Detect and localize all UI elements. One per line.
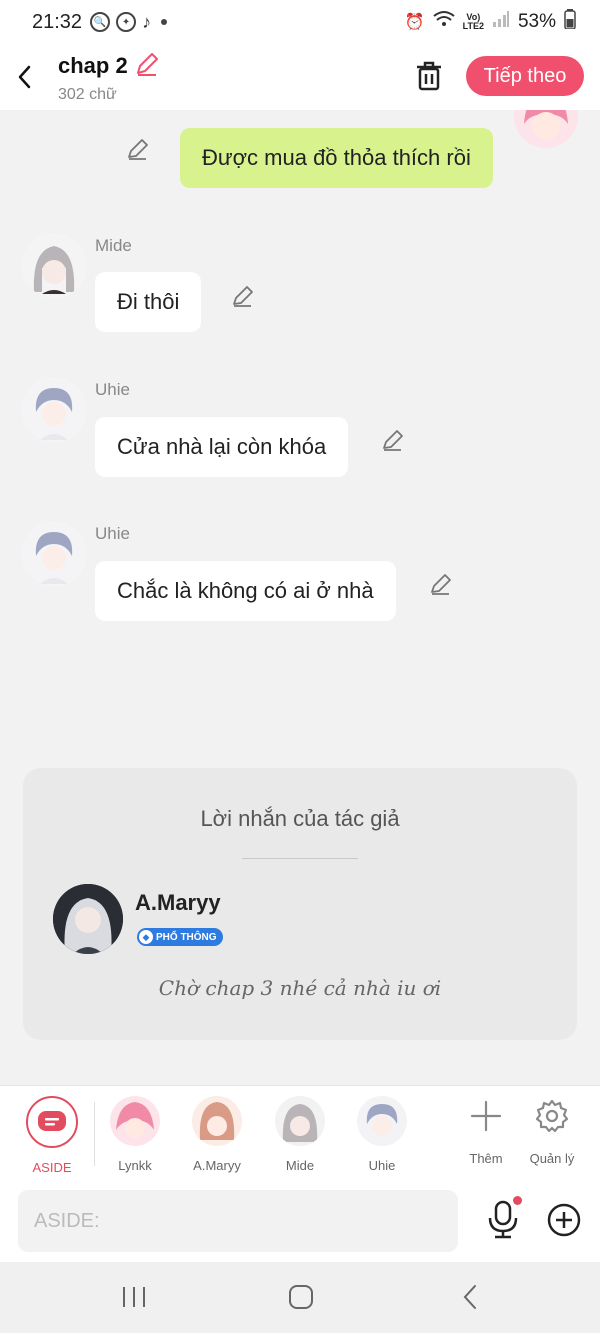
message-text: Được mua đồ thỏa thích rồi: [202, 145, 471, 170]
voice-input-button[interactable]: [486, 1196, 522, 1240]
network-type: Vo) LTE2: [463, 13, 484, 31]
edit-message-button[interactable]: [429, 572, 453, 596]
input-bar: ASIDE:: [0, 1180, 600, 1262]
plus-icon: [470, 1100, 502, 1132]
more-notifications-dot: [161, 19, 168, 25]
character-uhie[interactable]: Uhie: [342, 1096, 422, 1173]
character-name: A.Maryy: [193, 1158, 241, 1173]
edit-message-button[interactable]: [231, 284, 255, 308]
title-block: chap 2 302 chữ: [58, 51, 160, 104]
message-bubble[interactable]: Chắc là không có ai ở nhà: [95, 561, 396, 621]
character-name: Lynkk: [118, 1158, 152, 1173]
next-chapter-button[interactable]: Tiếp theo: [466, 56, 584, 96]
aside-avatar: [26, 1096, 78, 1148]
network-bottom-text: LTE2: [462, 21, 484, 31]
author-note-message: Chờ chap 3 nhé cả nhà iu ơi: [158, 976, 442, 1000]
character-name: Mide: [285, 1158, 315, 1173]
chapter-header: chap 2 302 chữ Tiếp theo: [0, 44, 600, 110]
avatar-mide[interactable]: [22, 234, 86, 298]
drop-icon: ◆: [139, 930, 153, 944]
gear-icon: [535, 1099, 569, 1133]
badge-label: PHỔ THÔNG: [156, 931, 217, 943]
status-badge: ◆ PHỔ THÔNG: [137, 928, 223, 946]
message-text: Đi thôi: [117, 289, 180, 314]
message-text: Chắc là không có ai ở nhà: [117, 578, 374, 603]
chat-bubble-icon: [38, 1111, 66, 1131]
manage-button[interactable]: Quản lý: [517, 1096, 587, 1166]
chat-area: Được mua đồ thỏa thích rồi Mide Đi thôi …: [0, 110, 600, 1085]
sender-name: Uhie: [95, 380, 130, 399]
wifi-icon: [433, 10, 455, 34]
add-character-button[interactable]: Thêm: [451, 1096, 521, 1166]
battery-icon: [564, 9, 576, 35]
notification-icons: 🔍 ✦ ♪: [90, 11, 168, 33]
author-note-card: Lời nhắn của tác giả A.Maryy ◆ PHỔ THÔNG…: [23, 768, 577, 1040]
author-name: A.Maryy: [135, 890, 221, 915]
word-count: 302 chữ: [58, 85, 117, 103]
pencil-icon: [128, 139, 148, 160]
pencil-icon: [383, 430, 403, 451]
system-back-button[interactable]: [450, 1282, 490, 1312]
avatar: [110, 1096, 160, 1146]
manage-label: Quản lý: [529, 1151, 575, 1166]
home-button[interactable]: [281, 1282, 321, 1312]
message-text: Cửa nhà lại còn khóa: [117, 434, 327, 459]
magnifier-app-icon: 🔍: [90, 12, 111, 32]
author-avatar[interactable]: [53, 884, 123, 954]
system-navigation-bar: [0, 1262, 600, 1333]
chapter-title: chap 2: [58, 53, 128, 78]
compass-app-icon: ✦: [116, 12, 137, 32]
alarm-icon: ⏰: [404, 14, 425, 31]
aside-selector[interactable]: ASIDE: [12, 1096, 92, 1175]
avatar: [275, 1096, 325, 1146]
home-icon: [289, 1285, 313, 1309]
avatar-uhie[interactable]: [22, 522, 86, 586]
sender-name: Mide: [95, 236, 132, 255]
avatar-uhie[interactable]: [22, 378, 86, 442]
pencil-icon: [136, 52, 158, 76]
plus-circle-icon: [547, 1203, 581, 1237]
message-bubble[interactable]: Được mua đồ thỏa thích rồi: [180, 128, 493, 188]
edit-message-button[interactable]: [381, 428, 405, 452]
microphone-icon: [488, 1200, 518, 1239]
avatar: [192, 1096, 242, 1146]
sender-name: Uhie: [95, 524, 130, 543]
character-amaryy[interactable]: A.Maryy: [177, 1096, 257, 1173]
chevron-left-icon: [463, 1285, 476, 1309]
message-bubble[interactable]: Đi thôi: [95, 272, 202, 332]
signal-icon: [492, 11, 510, 33]
battery-percent: 53%: [517, 11, 556, 32]
add-label: Thêm: [469, 1151, 503, 1166]
pencil-icon: [233, 286, 253, 307]
chevron-left-icon: [18, 65, 31, 89]
edit-message-button[interactable]: [126, 137, 150, 161]
delete-button[interactable]: [412, 58, 446, 94]
character-bar: ASIDE Lynkk A.Maryy Mide Uhie Thêm Quản …: [0, 1085, 600, 1180]
divider: [242, 858, 358, 859]
avatar: [357, 1096, 407, 1146]
character-mide[interactable]: Mide: [260, 1096, 340, 1173]
character-lynkk[interactable]: Lynkk: [95, 1096, 175, 1173]
recents-icon: [123, 1287, 145, 1307]
message-input[interactable]: ASIDE:: [18, 1190, 458, 1252]
trash-icon: [417, 61, 441, 91]
pencil-icon: [431, 574, 451, 595]
character-name: Uhie: [368, 1158, 396, 1173]
author-note-title: Lời nhắn của tác giả: [200, 806, 400, 831]
status-time: 21:32: [32, 10, 83, 33]
tiktok-icon: ♪: [142, 11, 152, 32]
avatar-lynkk[interactable]: [514, 110, 578, 148]
message-bubble[interactable]: Cửa nhà lại còn khóa: [95, 417, 349, 477]
status-right: ⏰ Vo) LTE2 53%: [405, 9, 576, 35]
aside-label: ASIDE: [32, 1160, 72, 1175]
back-button[interactable]: [0, 53, 48, 101]
edit-title-button[interactable]: [134, 51, 160, 82]
attach-button[interactable]: [546, 1202, 582, 1238]
notification-dot: [513, 1196, 522, 1205]
recents-button[interactable]: [114, 1282, 154, 1312]
status-bar: 21:32 🔍 ✦ ♪ ⏰ Vo) LTE2 53%: [0, 0, 600, 44]
